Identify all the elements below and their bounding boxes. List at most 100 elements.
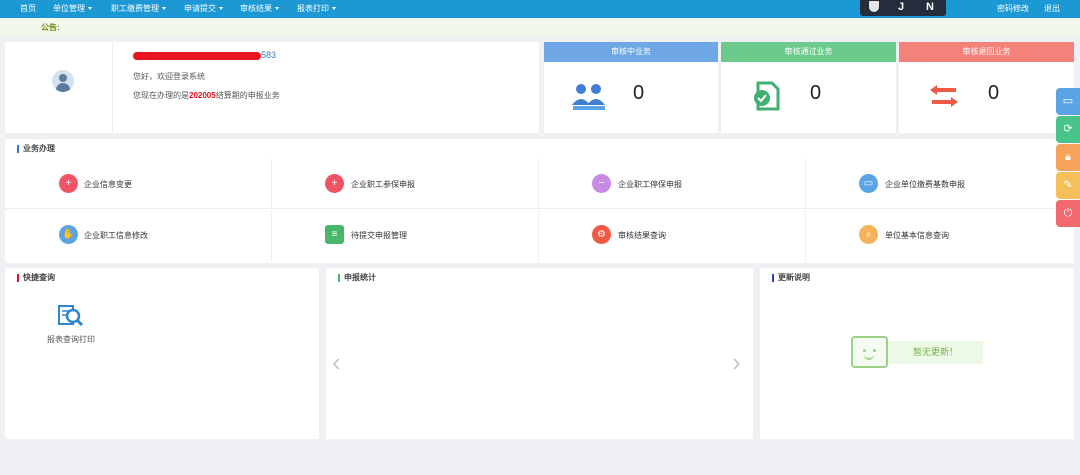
stat-title: 审核中业务 [544, 42, 718, 62]
chevron-down-icon [162, 7, 166, 11]
chat-icon: ▭ [1062, 95, 1074, 107]
user-info: 583 您好，欢迎登录系统 您现在办理的是202005结算期的申报业务 [112, 42, 539, 133]
biz-label: 企业职工停保申报 [618, 180, 682, 189]
lock-button[interactable]: 🔒︎ [1056, 144, 1080, 171]
nav-results-label: 审核结果 [240, 4, 272, 13]
power-button[interactable]: ⏻ [1056, 200, 1080, 227]
stat-card-returned[interactable]: 审核退回业务 0 [899, 42, 1074, 133]
stat-title: 审核通过业务 [721, 42, 896, 62]
biz-label: 企业信息变更 [84, 180, 132, 189]
biz-item-employee-stop[interactable]: − 企业职工停保申报 [539, 159, 806, 209]
nav-home-label: 首页 [20, 4, 36, 13]
user-add-icon: + [59, 174, 78, 193]
biz-label: 企业单位缴费基数申报 [885, 180, 965, 189]
logout-link[interactable]: 退出 [1044, 0, 1060, 18]
biz-item-employee-enroll[interactable]: + 企业职工参保申报 [272, 159, 539, 209]
nav-unit-mgmt-label: 单位管理 [53, 4, 85, 13]
stat-value: 0 [810, 82, 822, 104]
nav-report-print[interactable]: 报表打印 [297, 0, 336, 18]
biz-item-pending-submit[interactable]: ≡ 待提交申报管理 [272, 210, 539, 260]
chat-button[interactable]: ▭ [1056, 88, 1080, 115]
carousel-next-arrow[interactable]: › [732, 349, 741, 375]
biz-item-fee-base[interactable]: ▭ 企业单位缴费基数申报 [806, 159, 1074, 209]
ime-key: N [926, 1, 934, 13]
business-panel: 业务办理 + 企业信息变更 + 企业职工参保申报 − 企业职工停保申报 ▭ 企业… [5, 139, 1074, 263]
user-card: 583 您好，欢迎登录系统 您现在办理的是202005结算期的申报业务 [5, 42, 539, 133]
nav-employee-fee[interactable]: 职工缴费管理 [111, 0, 166, 18]
gear-icon: ⚙ [592, 225, 611, 244]
password-change-link[interactable]: 密码修改 [997, 0, 1029, 18]
chevron-down-icon [275, 7, 279, 11]
period-text: 您现在办理的是202005结算期的申报业务 [133, 90, 280, 101]
biz-label: 待提交申报管理 [351, 231, 407, 240]
biz-item-unit-info-query[interactable]: ⌕ 单位基本信息查询 [806, 210, 1074, 260]
password-change-label: 密码修改 [997, 4, 1029, 13]
refresh-button[interactable]: ⟳ [1056, 116, 1080, 143]
chevron-down-icon [88, 7, 92, 11]
biz-item-enterprise-info-change[interactable]: + 企业信息变更 [5, 159, 272, 209]
stat-card-approved[interactable]: 审核通过业务 0 [721, 42, 896, 133]
stat-value: 0 [988, 82, 1000, 104]
power-icon: ⏻ [1063, 207, 1073, 219]
chevron-down-icon [332, 7, 336, 11]
hand-icon: ✋ [59, 225, 78, 244]
nav-submit-label: 申请提交 [184, 4, 216, 13]
shortcut-label: 报表查询打印 [47, 335, 95, 344]
section-title: 更新说明 [772, 268, 810, 288]
report-stats-panel: 申报统计 ‹ › [326, 268, 753, 439]
period-suffix: 结算期的申报业务 [215, 91, 280, 100]
biz-label: 单位基本信息查询 [885, 231, 949, 240]
search-doc-icon [58, 305, 84, 327]
carousel-prev-arrow[interactable]: ‹ [332, 349, 341, 375]
notice-label: 公告: [41, 23, 60, 32]
top-nav: 首页 单位管理 职工缴费管理 申请提交 审核结果 报表打印 J N 密码修改 退… [0, 0, 1080, 18]
period-value: 202005 [189, 91, 216, 100]
card-icon: ▭ [859, 174, 878, 193]
return-arrows-icon [930, 85, 958, 107]
doc-check-icon [754, 81, 780, 111]
id-card-icon: ≡ [325, 225, 344, 244]
search-icon: ⌕ [859, 225, 878, 244]
nav-home[interactable]: 首页 [20, 0, 36, 18]
quick-query-panel: 快捷查询 报表查询打印 [5, 268, 319, 439]
period-prefix: 您现在办理的是 [133, 91, 189, 100]
user-name-suffix: 583 [261, 50, 277, 60]
report-print-shortcut[interactable]: 报表查询打印 [41, 304, 101, 346]
logout-label: 退出 [1044, 4, 1060, 13]
empty-message: 暂无更新！ [888, 341, 983, 364]
edit-doc-icon: ✎ [1063, 179, 1073, 191]
chevron-down-icon [219, 7, 223, 11]
section-title: 快捷查询 [17, 268, 55, 288]
avatar [52, 70, 74, 92]
stat-card-pending[interactable]: 审核中业务 0 [544, 42, 718, 133]
people-icon [572, 84, 605, 110]
notice-bar: 公告: [0, 18, 1080, 36]
section-title: 申报统计 [338, 268, 376, 288]
nav-unit-mgmt[interactable]: 单位管理 [53, 0, 92, 18]
user-add-icon: + [325, 174, 344, 193]
nav-submit[interactable]: 申请提交 [184, 0, 223, 18]
lock-icon: 🔒︎ [1065, 151, 1071, 163]
biz-label: 企业职工信息修改 [84, 231, 148, 240]
user-remove-icon: − [592, 174, 611, 193]
edit-doc-button[interactable]: ✎ [1056, 172, 1080, 199]
stat-title: 审核退回业务 [899, 42, 1074, 62]
biz-label: 审核结果查询 [618, 231, 666, 240]
biz-item-employee-modify[interactable]: ✋ 企业职工信息修改 [5, 210, 272, 260]
biz-item-result-query[interactable]: ⚙ 审核结果查询 [539, 210, 806, 260]
side-toolbar: ▭ ⟳ 🔒︎ ✎ ⏻ [1056, 88, 1080, 228]
empty-face-icon [851, 336, 888, 368]
ime-key: J [898, 1, 905, 13]
greeting-text: 您好，欢迎登录系统 [133, 72, 205, 81]
section-title: 业务办理 [17, 139, 55, 159]
nav-report-print-label: 报表打印 [297, 4, 329, 13]
stat-value: 0 [633, 82, 645, 104]
refresh-icon: ⟳ [1063, 123, 1073, 135]
ime-toolbar[interactable]: J N [860, 0, 946, 16]
nav-employee-fee-label: 职工缴费管理 [111, 4, 159, 13]
nav-results[interactable]: 审核结果 [240, 0, 279, 18]
shield-icon [869, 1, 879, 12]
user-name: 583 [133, 50, 276, 60]
redaction-mark [133, 51, 261, 60]
biz-label: 企业职工参保申报 [351, 180, 415, 189]
